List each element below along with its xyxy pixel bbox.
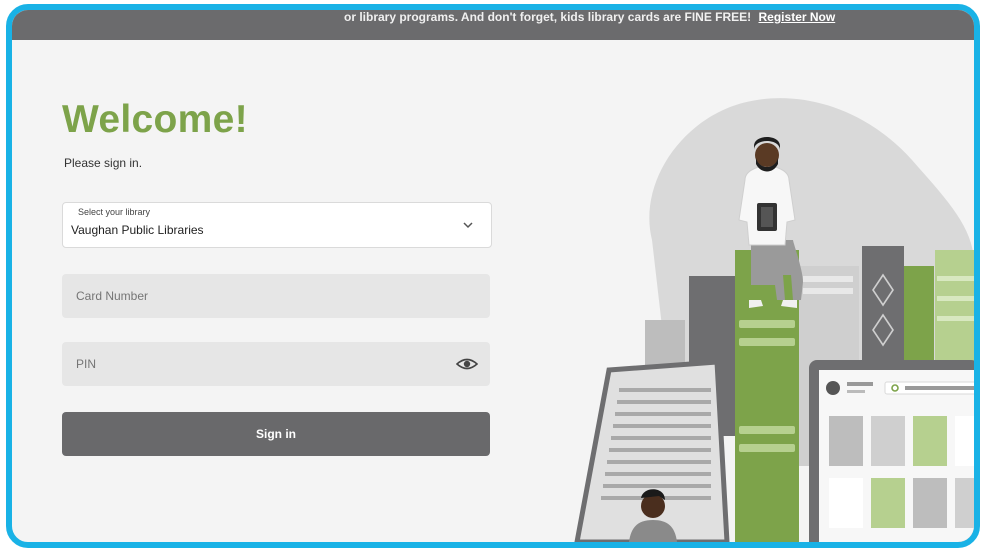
sign-in-button[interactable]: Sign in bbox=[62, 412, 490, 456]
device-screen bbox=[809, 360, 974, 542]
sign-in-prompt: Please sign in. bbox=[64, 156, 143, 170]
login-frame: or library programs. And don't forget, k… bbox=[6, 4, 980, 548]
book-stripe bbox=[937, 316, 974, 321]
library-select-value: Vaughan Public Libraries bbox=[71, 223, 204, 237]
eye-icon[interactable] bbox=[456, 356, 478, 372]
book-green-small bbox=[904, 266, 934, 376]
book-stripe bbox=[803, 288, 853, 294]
pin-input[interactable] bbox=[62, 342, 490, 386]
page-title: Welcome! bbox=[62, 98, 248, 141]
card-number-field[interactable] bbox=[62, 274, 490, 318]
book-stripe bbox=[739, 320, 795, 328]
book-stripe bbox=[739, 426, 795, 434]
book-green-light bbox=[935, 250, 974, 376]
book-stripe bbox=[803, 276, 853, 282]
book-stripe bbox=[937, 296, 974, 301]
library-illustration bbox=[574, 98, 974, 542]
library-select-label: Select your library bbox=[78, 207, 151, 217]
book-stripe bbox=[739, 338, 795, 346]
announcement-banner: or library programs. And don't forget, k… bbox=[12, 10, 974, 40]
book-dark-tall bbox=[862, 246, 904, 376]
register-now-link[interactable]: Register Now bbox=[759, 10, 836, 24]
banner-text-container: or library programs. And don't forget, k… bbox=[344, 10, 835, 24]
chevron-down-icon bbox=[463, 222, 473, 229]
book-green-large bbox=[735, 250, 799, 542]
card-number-input[interactable] bbox=[62, 274, 490, 318]
book-stripe bbox=[739, 444, 795, 452]
pin-field[interactable] bbox=[62, 342, 490, 386]
library-select[interactable]: Select your library Vaughan Public Libra… bbox=[62, 202, 492, 248]
banner-message: or library programs. And don't forget, k… bbox=[344, 10, 752, 24]
book-stripe bbox=[937, 276, 974, 281]
